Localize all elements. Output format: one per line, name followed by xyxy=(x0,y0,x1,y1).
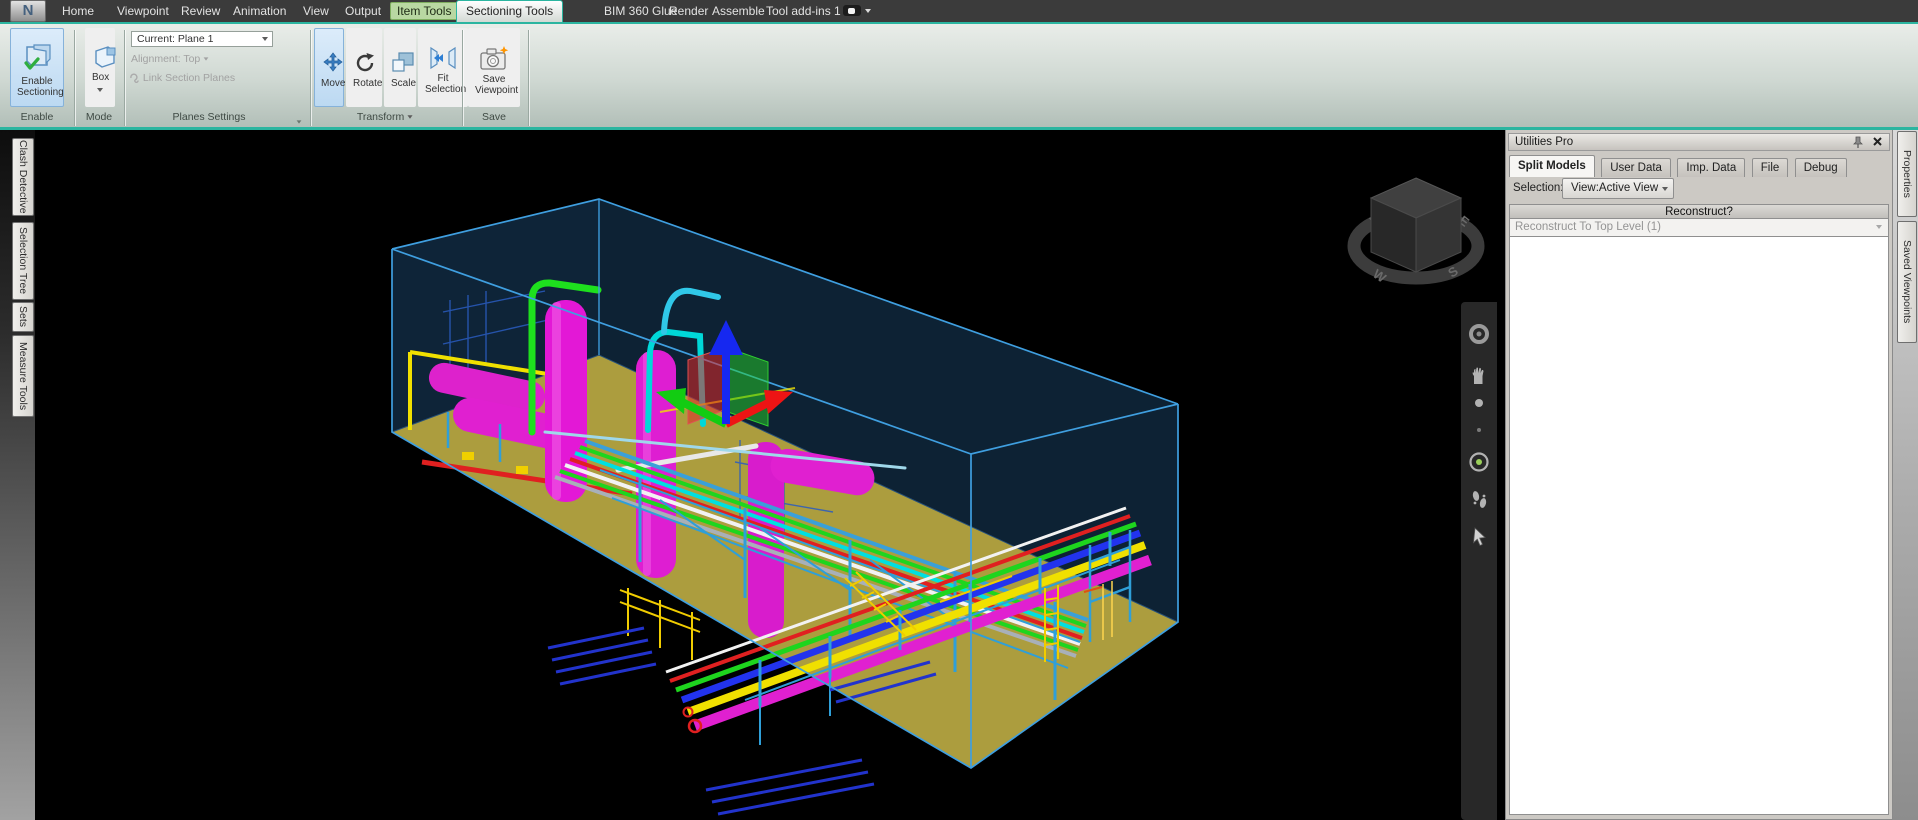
move-label: Move xyxy=(321,78,337,90)
menu-bar: N Home Viewpoint Review Animation View O… xyxy=(0,0,1918,22)
capture-dot xyxy=(848,8,855,14)
tab-clash-detective[interactable]: Clash Detective xyxy=(12,138,34,216)
save-viewpoint-button[interactable]: Save Viewpoint xyxy=(468,28,520,107)
menu-home[interactable]: Home xyxy=(62,4,94,19)
reconstruct-header[interactable]: Reconstruct? xyxy=(1509,204,1889,219)
capture-icon[interactable] xyxy=(843,5,861,16)
menu-item-tools[interactable]: Item Tools xyxy=(390,2,458,20)
fit-selection-label: Fit Selection xyxy=(425,73,461,95)
alignment-control[interactable]: Alignment: Top xyxy=(131,53,209,65)
rotate-label: Rotate xyxy=(353,78,375,90)
steering-wheel-icon[interactable] xyxy=(1467,322,1491,346)
selection-label: Selection: xyxy=(1513,182,1564,194)
group-label-enable: Enable xyxy=(4,110,70,125)
menu-view[interactable]: View xyxy=(303,4,329,19)
select-arrow-icon[interactable] xyxy=(1467,525,1491,549)
current-plane-value: Current: Plane 1 xyxy=(137,33,213,45)
utilities-pro-panel: Utilities Pro Split Models User Data Imp… xyxy=(1505,130,1893,820)
menu-extra-caret-icon[interactable] xyxy=(865,9,871,13)
menu-sectioning-tools[interactable]: Sectioning Tools xyxy=(456,0,563,22)
rotate-icon xyxy=(353,51,377,75)
group-label-save: Save xyxy=(462,110,526,125)
menu-viewpoint[interactable]: Viewpoint xyxy=(117,4,169,19)
fit-selection-button[interactable]: Fit Selection xyxy=(418,28,468,107)
current-plane-dropdown[interactable]: Current: Plane 1 xyxy=(131,31,273,47)
panel-tabs: Split Models User Data Imp. Data File De… xyxy=(1509,155,1890,177)
walk-icon[interactable] xyxy=(1467,487,1491,511)
pin-icon[interactable] xyxy=(1851,136,1865,149)
ribbon-divider xyxy=(74,30,75,126)
zoom-dot-icon[interactable] xyxy=(1474,398,1484,408)
move-button[interactable]: Move xyxy=(314,28,344,107)
scale-icon xyxy=(391,51,415,75)
selection-dropdown[interactable]: View:Active View xyxy=(1562,178,1674,199)
menu-output[interactable]: Output xyxy=(345,4,381,19)
link-section-planes-label: Link Section Planes xyxy=(143,72,235,84)
reconstruct-row[interactable]: Reconstruct To Top Level (1) xyxy=(1509,219,1889,236)
fit-selection-icon xyxy=(429,46,457,70)
results-list[interactable] xyxy=(1509,236,1889,815)
save-viewpoint-label: Save Viewpoint xyxy=(475,74,513,96)
group-label-planes-settings: Planes Settings xyxy=(124,110,294,125)
menu-animation[interactable]: Animation xyxy=(233,4,286,19)
move-icon xyxy=(321,51,345,75)
box-mode-label: Box xyxy=(92,72,108,84)
selection-dropdown-caret-icon xyxy=(1662,187,1668,191)
menu-tool-addins[interactable]: Tool add-ins 1 xyxy=(766,4,841,19)
menu-assemble[interactable]: Assemble xyxy=(712,4,765,19)
link-icon xyxy=(128,71,140,83)
tab-properties[interactable]: Properties xyxy=(1897,131,1917,217)
tab-imp-data[interactable]: Imp. Data xyxy=(1677,158,1745,177)
tab-saved-viewpoints[interactable]: Saved Viewpoints xyxy=(1897,221,1917,343)
scene-svg: N E S W xyxy=(35,130,1503,820)
group-label-transform[interactable]: Transform xyxy=(312,110,458,125)
menu-review[interactable]: Review xyxy=(181,4,220,19)
pan-hand-icon[interactable] xyxy=(1467,363,1491,387)
alignment-caret-icon xyxy=(204,58,209,61)
ribbon-divider xyxy=(528,30,529,126)
tab-measure-tools[interactable]: Measure Tools xyxy=(12,335,34,417)
view-cube[interactable]: N E S W xyxy=(1354,178,1478,286)
planes-settings-launcher[interactable] xyxy=(296,113,306,123)
transform-caret-icon xyxy=(408,116,413,119)
reconstruct-row-label: Reconstruct To Top Level (1) xyxy=(1515,221,1661,233)
link-section-planes-control[interactable]: Link Section Planes xyxy=(128,71,235,84)
enable-sectioning-label: Enable Sectioning xyxy=(17,76,57,98)
tab-selection-tree[interactable]: Selection Tree xyxy=(12,222,34,300)
plane-dropdown-caret-icon xyxy=(262,37,268,41)
close-icon[interactable] xyxy=(1870,136,1884,149)
panel-title-bar[interactable]: Utilities Pro xyxy=(1508,133,1890,151)
tab-user-data[interactable]: User Data xyxy=(1601,158,1671,177)
scale-button[interactable]: Scale xyxy=(384,28,416,107)
menu-bim360[interactable]: BIM 360 Glue xyxy=(604,4,677,19)
tab-sets[interactable]: Sets xyxy=(12,302,34,332)
navigation-bar xyxy=(1461,302,1497,820)
sectioning-icon xyxy=(21,43,53,73)
left-dock-strip: Clash Detective Selection Tree Sets Meas… xyxy=(0,130,35,820)
viewport-3d[interactable]: N E S W xyxy=(35,130,1503,820)
tab-file[interactable]: File xyxy=(1752,158,1789,177)
tab-debug[interactable]: Debug xyxy=(1795,158,1847,177)
small-dot-icon[interactable] xyxy=(1476,427,1482,433)
camera-icon xyxy=(479,45,509,71)
menu-render[interactable]: Render xyxy=(669,4,708,19)
tab-split-models[interactable]: Split Models xyxy=(1509,155,1595,177)
box-icon xyxy=(92,45,118,69)
rotate-button[interactable]: Rotate xyxy=(346,28,382,107)
scale-label: Scale xyxy=(391,78,409,90)
selection-dropdown-value: View:Active View xyxy=(1571,182,1658,194)
section-box[interactable] xyxy=(392,199,1178,768)
panel-title: Utilities Pro xyxy=(1515,136,1573,148)
reconstruct-row-caret-icon xyxy=(1876,225,1882,229)
ribbon: Enable Sectioning Enable Box Mode Curren… xyxy=(0,22,1918,130)
box-mode-button[interactable]: Box xyxy=(85,28,115,107)
box-dropdown-caret-icon xyxy=(97,88,103,92)
enable-sectioning-button[interactable]: Enable Sectioning xyxy=(10,28,64,107)
alignment-label: Alignment: Top xyxy=(131,53,200,65)
app-icon[interactable]: N xyxy=(10,0,46,22)
ribbon-divider xyxy=(310,30,311,126)
group-label-mode: Mode xyxy=(76,110,122,125)
orbit-icon[interactable] xyxy=(1467,450,1491,474)
